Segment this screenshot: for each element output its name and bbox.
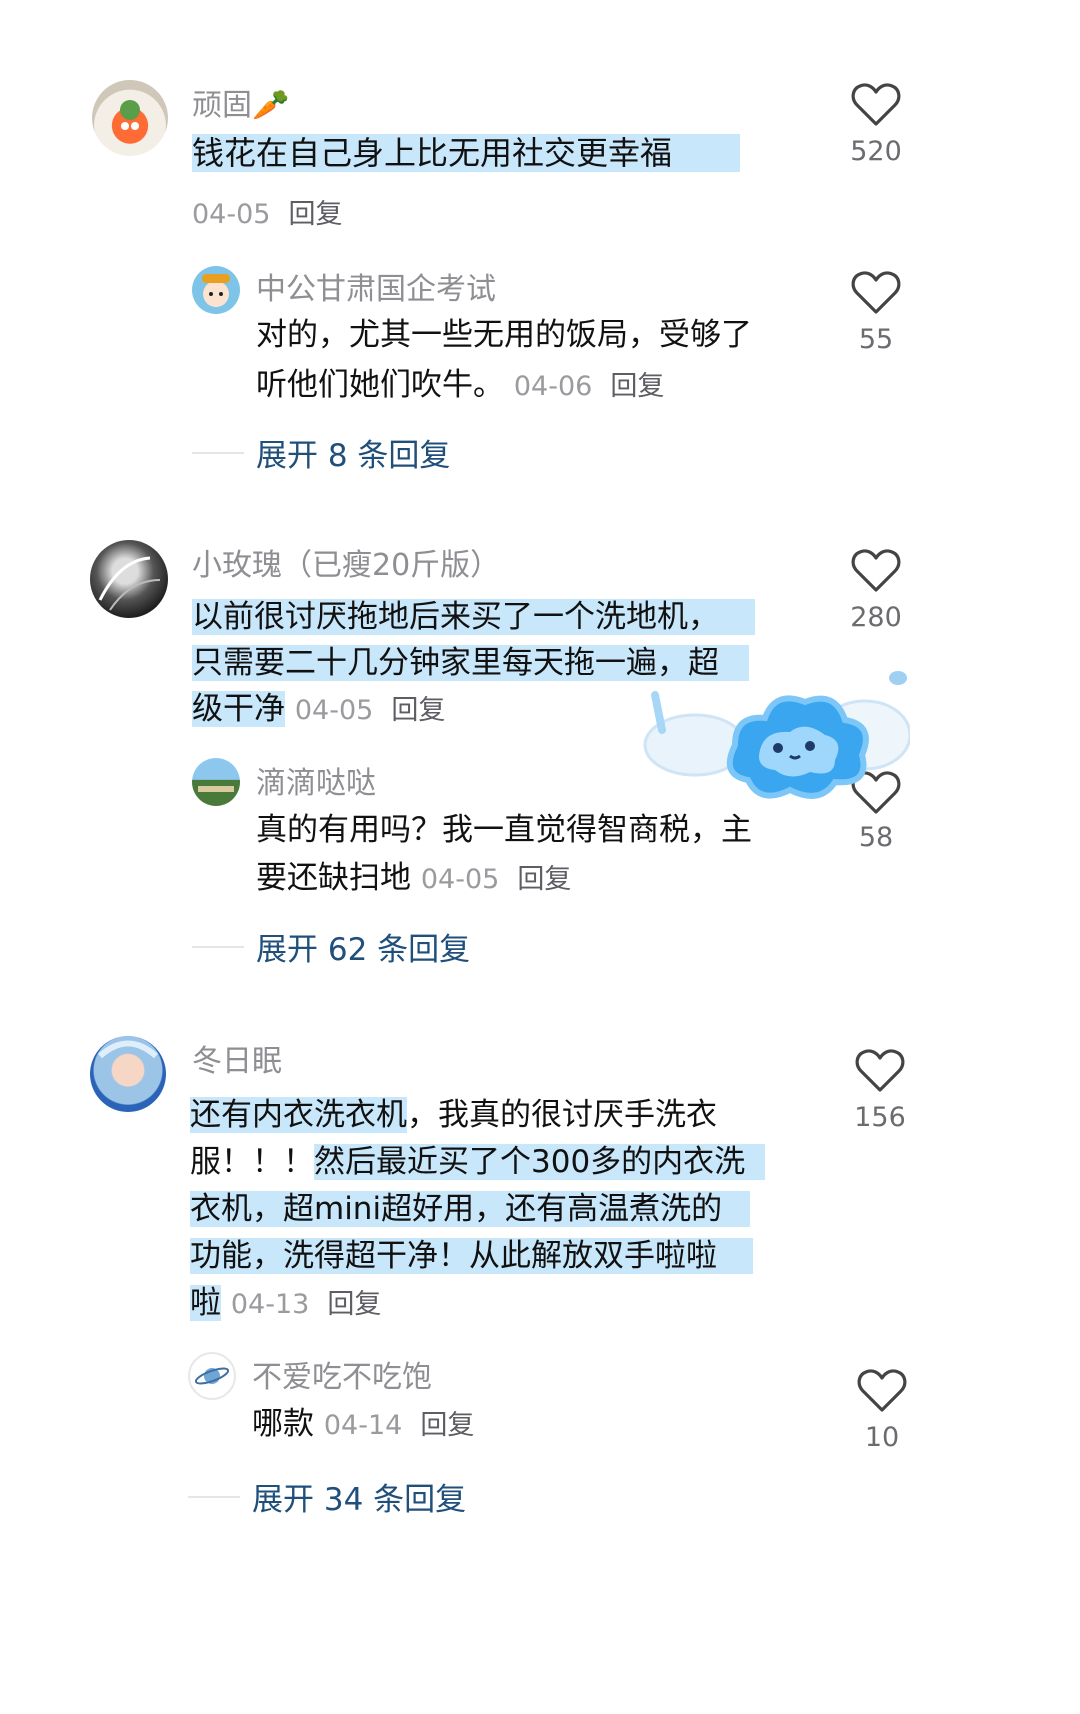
comment-text-line: 以前很讨厌拖地后来买了一个洗地机， [192,594,755,640]
comment-text-segment: 然后最近买了个300多的内衣洗 [314,1144,766,1180]
reply-author[interactable]: 不爱吃不吃饱 [252,1352,432,1396]
winged-cloud-sticker [640,660,912,834]
reply-text-line: 听他们她们吹牛。 04-06 回复 [256,360,752,412]
reply-text-line: 要还缺扫地 04-05 回复 [256,854,752,904]
heart-outline-icon [851,549,901,592]
reply-date: 04-06 [513,371,593,402]
avatar-image [198,786,234,792]
reply-text: 对的，尤其一些无用的饭局，受够了 听他们她们吹牛。 04-06 回复 [256,310,752,412]
reply-button[interactable]: 回复 [288,199,342,230]
comment-text-line: 啦 04-13 回复 [190,1280,765,1328]
heart-outline-icon [857,1369,907,1412]
like-count: 280 [850,602,902,633]
avatar[interactable] [92,80,168,156]
avatar-image [202,274,230,307]
avatar-image [98,556,161,611]
avatar[interactable] [192,266,240,314]
comment-text-segment: 啦 [190,1285,221,1321]
reply-button[interactable]: 回复 [391,695,445,726]
expand-replies-button[interactable]: 展开 62 条回复 [256,924,470,969]
comment-text-segment: 还有内衣洗衣机 [190,1097,407,1133]
like-button[interactable] [850,268,902,320]
comment-text-line: 服！！！然后最近买了个300多的内衣洗 [190,1139,766,1186]
comment-author[interactable]: 小玫瑰（已瘦20斤版） [192,540,500,584]
comment-text-segment: 服！！！ [190,1144,314,1180]
comment-author[interactable]: 冬日眠 [192,1036,282,1080]
comment-text-segment: 衣机，超mini超好用，还有高温煮洗的 [190,1191,751,1227]
reply-text-segment: 哪款 [252,1406,314,1442]
reply-author[interactable]: 中公甘肃国企考试 [256,264,496,308]
avatar-image [120,100,140,130]
avatar[interactable] [90,1036,166,1112]
reply-date: 04-05 [420,864,500,895]
comment-author[interactable]: 顽固🥕 [192,80,289,124]
like-button[interactable] [850,546,902,598]
like-button[interactable] [850,80,902,132]
comment-text: 钱花在自己身上比无用社交更幸福 [192,128,741,178]
reply-button[interactable]: 回复 [420,1410,474,1441]
divider [192,946,244,948]
like-count: 156 [854,1102,906,1133]
reply-button[interactable]: 回复 [327,1289,381,1320]
reply-date: 04-14 [323,1410,403,1441]
like-count: 10 [864,1422,900,1453]
cloud-sticker-icon [643,671,912,799]
expand-replies-button[interactable]: 展开 34 条回复 [252,1474,466,1519]
comment-date: 04-13 [230,1289,310,1320]
heart-outline-icon [855,1049,905,1092]
like-button[interactable] [856,1366,908,1418]
divider [188,1496,240,1498]
avatar[interactable] [192,758,240,806]
like-count: 520 [850,136,902,167]
comment-date: 04-05 [192,199,271,230]
heart-outline-icon [851,271,901,314]
reply-text: 哪款 04-14 回复 [252,1400,474,1450]
comment-date: 04-05 [294,695,374,726]
comment-meta: 04-05 回复 [192,192,342,231]
reply-text-segment: 要还缺扫地 [256,860,411,896]
comment-text-line: 衣机，超mini超好用，还有高温煮洗的 [190,1186,765,1233]
avatar-image [98,1040,158,1059]
avatar[interactable] [188,1352,236,1400]
heart-outline-icon [851,83,901,126]
comment-text: 还有内衣洗衣机，我真的很讨厌手洗衣 服！！！然后最近买了个300多的内衣洗 衣机… [190,1092,766,1328]
avatar[interactable] [90,540,168,618]
comment-text-segment: ，我真的很讨厌手洗衣 [407,1097,717,1133]
comment-text-line: 钱花在自己身上比无用社交更幸福 [192,134,741,172]
like-count: 55 [858,324,894,355]
reply-author[interactable]: 滴滴哒哒 [256,758,376,802]
divider [192,452,244,454]
comment-text-segment: 以前很讨厌拖地后来买了一个洗地机， [192,599,755,635]
comment-text-segment: 级干净 [192,691,285,727]
reply-text-segment: 听他们她们吹牛。 [256,367,504,403]
comment-text-line: 功能，洗得超干净！从此解放双手啦啦 [190,1233,765,1280]
comment-text-segment: 功能，洗得超干净！从此解放双手啦啦 [190,1238,753,1274]
reply-button[interactable]: 回复 [610,371,664,402]
planet-icon [194,1367,230,1385]
reply-text-line: 对的，尤其一些无用的饭局，受够了 [256,317,752,353]
expand-replies-button[interactable]: 展开 8 条回复 [256,430,450,475]
reply-button[interactable]: 回复 [517,864,571,895]
like-button[interactable] [854,1046,906,1098]
comment-text-line: 还有内衣洗衣机，我真的很讨厌手洗衣 [190,1092,765,1139]
